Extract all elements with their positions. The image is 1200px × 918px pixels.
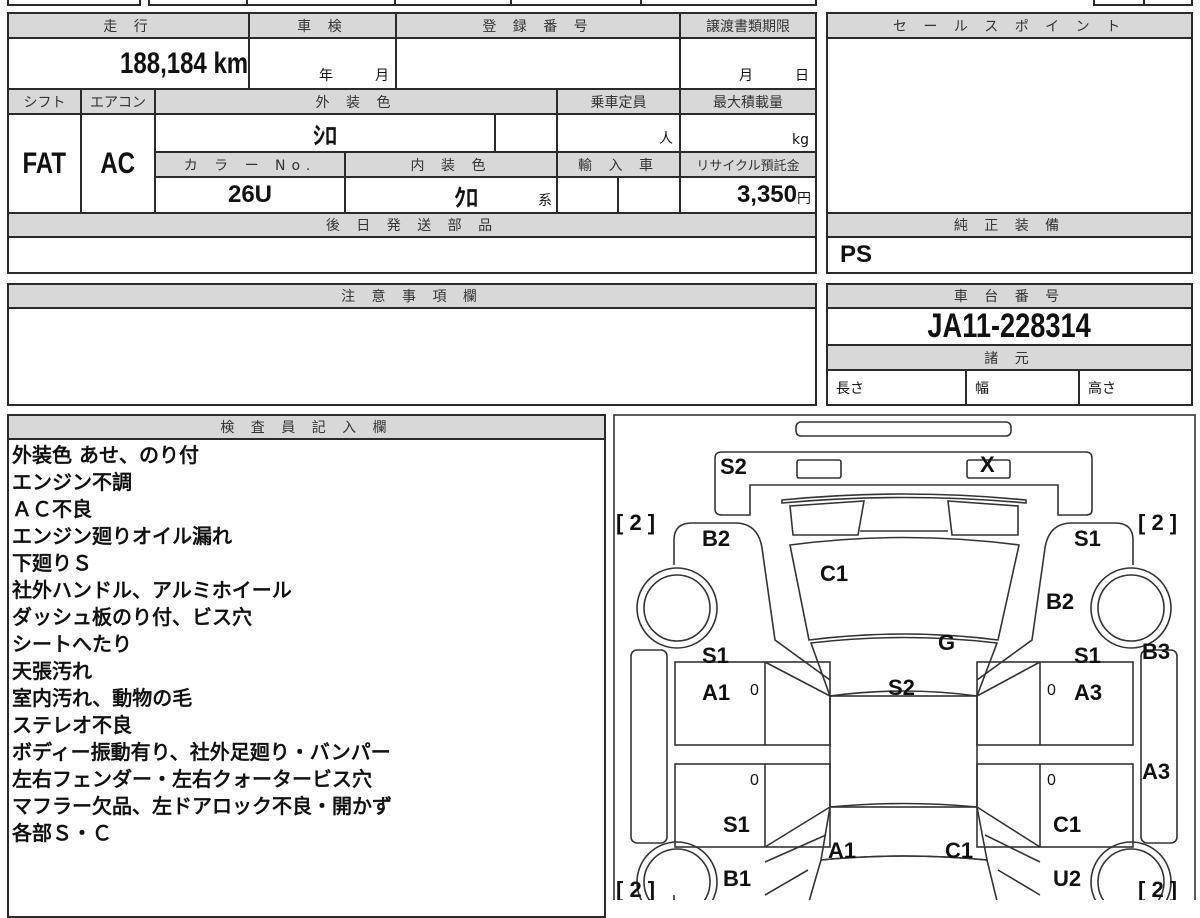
damage-mark: S1 bbox=[723, 812, 750, 837]
left-front-fender bbox=[673, 522, 831, 681]
tire-mark: [ 2 ] bbox=[616, 510, 655, 535]
damage-mark: A3 bbox=[1074, 680, 1102, 705]
damage-mark: C1 bbox=[820, 561, 848, 586]
car-damage-diagram: [ 2 ] [ 2 ] [ 2 ] [ 2 ] S2 X B2 S1 C1 B2… bbox=[613, 414, 1196, 900]
damage-mark: G bbox=[938, 630, 955, 655]
tire-mark: [ 2 ] bbox=[1138, 510, 1177, 535]
door-handle-mark: 0 bbox=[750, 772, 759, 789]
front-spoiler bbox=[795, 421, 1012, 437]
damage-mark: S1 bbox=[1074, 643, 1101, 668]
damage-mark: S1 bbox=[702, 643, 729, 668]
door-handle-mark: 0 bbox=[1047, 772, 1056, 789]
windshield bbox=[789, 536, 1020, 641]
front-bumper-shape bbox=[714, 451, 1093, 516]
damage-mark: B1 bbox=[723, 866, 751, 891]
damage-mark: X bbox=[980, 452, 995, 477]
damage-mark: S2 bbox=[888, 675, 915, 700]
damage-mark: B2 bbox=[1046, 589, 1074, 614]
damage-mark: S1 bbox=[1074, 526, 1101, 551]
right-rocker bbox=[1140, 649, 1178, 844]
left-front-door bbox=[674, 661, 831, 746]
damage-mark: C1 bbox=[1053, 812, 1081, 837]
cabin bbox=[829, 695, 978, 808]
door-handle-mark: 0 bbox=[750, 682, 759, 699]
damage-mark: A1 bbox=[828, 838, 856, 863]
damage-mark: C1 bbox=[945, 838, 973, 863]
damage-mark: B3 bbox=[1142, 639, 1170, 664]
damage-mark: B2 bbox=[702, 526, 730, 551]
left-rocker bbox=[630, 649, 668, 844]
wheel-front-left bbox=[636, 567, 718, 649]
tire-mark: [ 2 ] bbox=[1138, 877, 1177, 900]
damage-mark: S2 bbox=[720, 454, 747, 479]
right-front-door bbox=[976, 661, 1134, 746]
door-handle-mark: 0 bbox=[1047, 682, 1056, 699]
damage-mark: A3 bbox=[1142, 759, 1170, 784]
wheel-front-right bbox=[1090, 567, 1172, 649]
damage-mark: U2 bbox=[1053, 866, 1081, 891]
tire-mark: [ 2 ] bbox=[616, 877, 655, 900]
headlight-left bbox=[796, 459, 842, 479]
damage-mark: A1 bbox=[702, 680, 730, 705]
